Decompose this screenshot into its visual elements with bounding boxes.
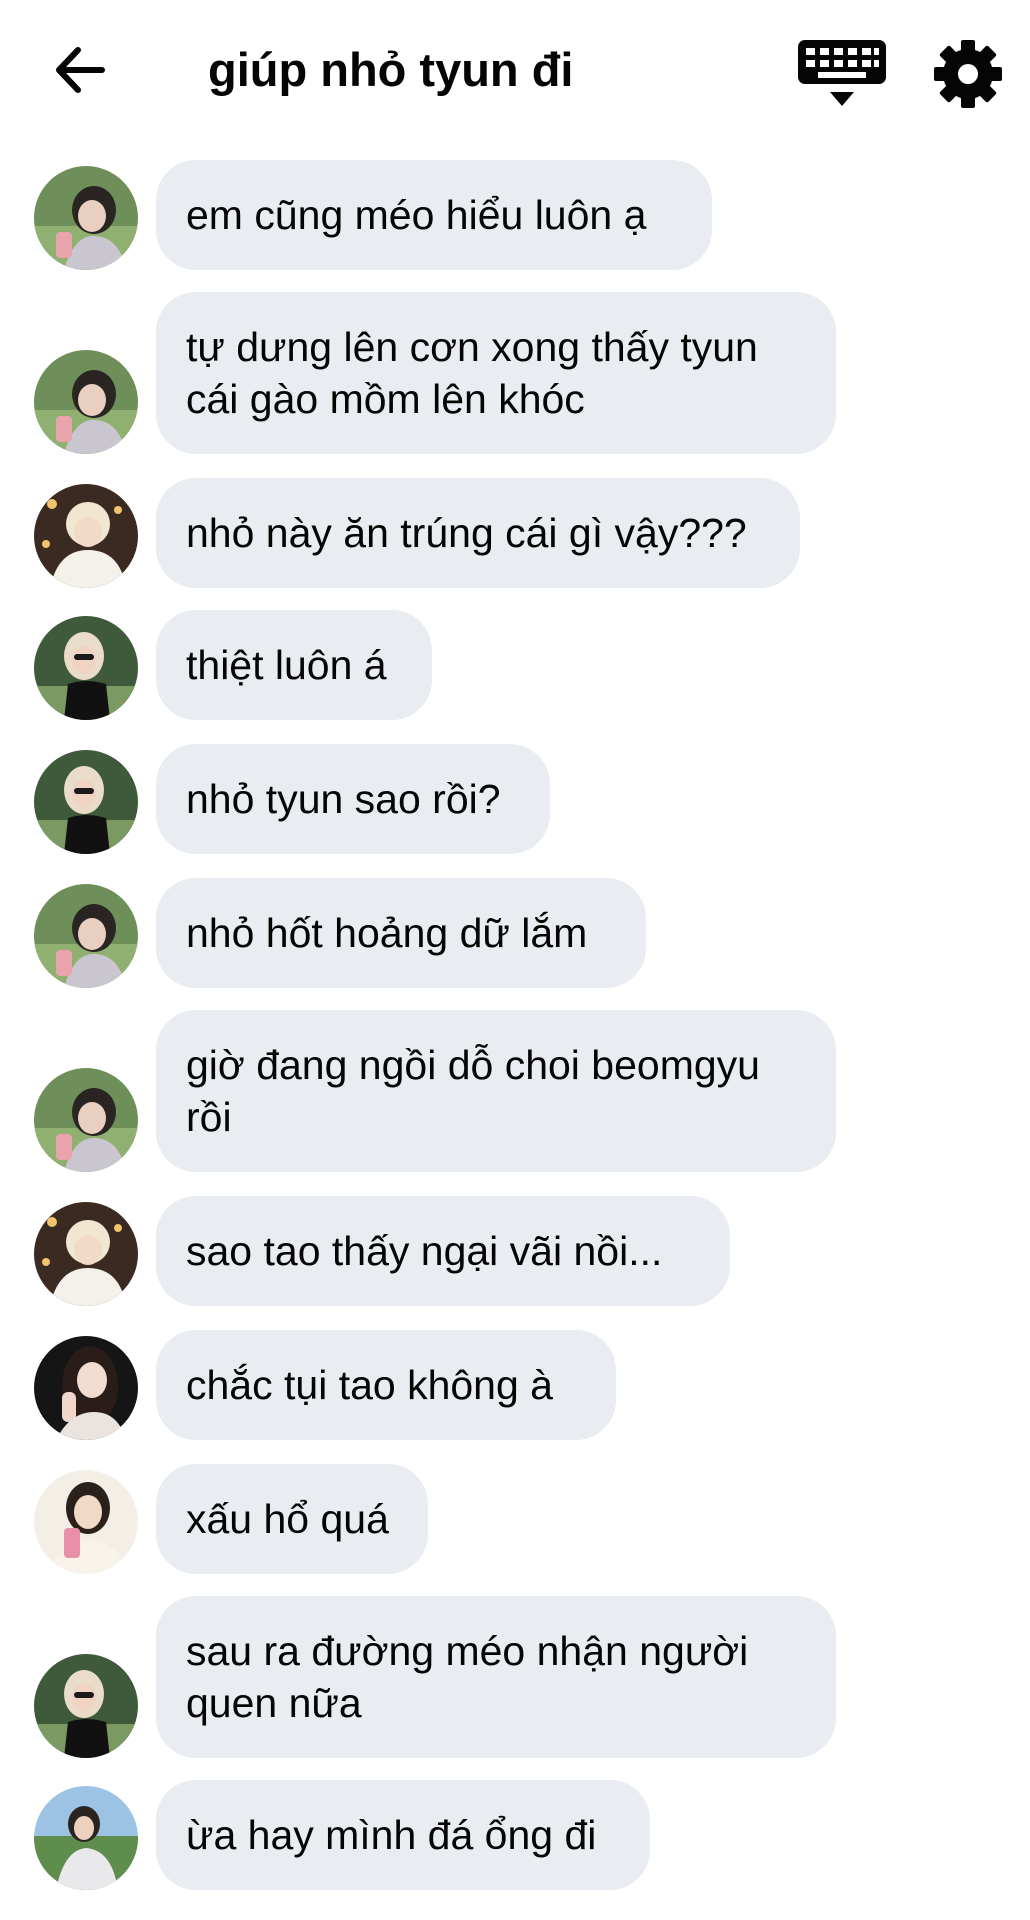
avatar-image [34,616,138,720]
avatar-boy-dark-hair[interactable] [34,1068,138,1172]
message-text-line: cái gào mồm lên khóc [186,376,585,422]
avatar-image [34,750,138,854]
avatar-image [34,1786,138,1890]
message-text-line: quen nữa [186,1680,362,1726]
message-list: em cũng méo hiểu luôn ạ tự dưng lên cơn … [0,0,1030,1920]
avatar-blonde-white-sweater[interactable] [34,484,138,588]
avatar-girl-long-dark-hair[interactable] [34,1336,138,1440]
avatar-girl-black-top[interactable] [34,1654,138,1758]
message-text: nhỏ hốt hoảng dữ lắm [186,910,588,956]
message-text: sao tao thấy ngại vãi nồi... [186,1228,663,1274]
avatar-image [34,350,138,454]
message-text: chắc tụi tao không à [186,1362,553,1408]
message-bubble[interactable]: sao tao thấy ngại vãi nồi... [156,1196,730,1306]
message-text-line: rồi [186,1094,232,1140]
avatar-image [34,1336,138,1440]
avatar-blonde-white-sweater[interactable] [34,1202,138,1306]
message-bubble[interactable]: em cũng méo hiểu luôn ạ [156,160,712,270]
avatar-image [34,884,138,988]
avatar-girl-black-top[interactable] [34,616,138,720]
avatar-boy-dark-hair[interactable] [34,350,138,454]
message-bubble[interactable]: giờ đang ngồi dỗ choi beomgyu rồi [156,1010,836,1172]
avatar-boy-outdoor[interactable] [34,1786,138,1890]
message-bubble[interactable]: nhỏ này ăn trúng cái gì vậy??? [156,478,800,588]
avatar-image [34,484,138,588]
message-bubble[interactable]: tự dưng lên cơn xong thấy tyun cái gào m… [156,292,836,454]
message-text: em cũng méo hiểu luôn ạ [186,192,647,238]
message-text: ừa hay mình đá ổng đi [186,1812,597,1858]
avatar-image [34,1470,138,1574]
message-bubble[interactable]: chắc tụi tao không à [156,1330,616,1440]
message-text: nhỏ này ăn trúng cái gì vậy??? [186,510,747,556]
message-bubble[interactable]: ừa hay mình đá ổng đi [156,1780,650,1890]
message-bubble[interactable]: nhỏ hốt hoảng dữ lắm [156,878,646,988]
avatar-image [34,1068,138,1172]
message-bubble[interactable]: thiệt luôn á [156,610,432,720]
message-bubble[interactable]: xấu hổ quá [156,1464,428,1574]
avatar-girl-black-top[interactable] [34,750,138,854]
message-text-line: tự dưng lên cơn xong thấy tyun [186,324,758,370]
message-text: thiệt luôn á [186,642,387,688]
message-text-line: sau ra đường méo nhận người [186,1628,749,1674]
avatar-boy-dark-hair[interactable] [34,884,138,988]
message-bubble[interactable]: nhỏ tyun sao rồi? [156,744,550,854]
message-text-line: giờ đang ngồi dỗ choi beomgyu [186,1042,760,1088]
message-bubble[interactable]: sau ra đường méo nhận người quen nữa [156,1596,836,1758]
avatar-girl-pink-drink[interactable] [34,1470,138,1574]
avatar-image [34,1202,138,1306]
avatar-boy-dark-hair[interactable] [34,166,138,270]
message-text: nhỏ tyun sao rồi? [186,776,501,822]
message-text: xấu hổ quá [186,1496,389,1542]
avatar-image [34,1654,138,1758]
avatar-image [34,166,138,270]
